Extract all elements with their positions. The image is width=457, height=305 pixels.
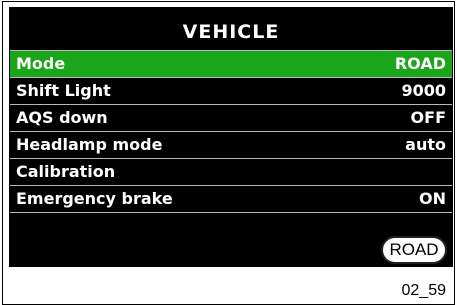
vehicle-display-screen: VEHICLE Mode ROAD Shift Light 9000 AQS d…: [9, 7, 453, 267]
screen-title: VEHICLE: [182, 21, 280, 43]
vehicle-menu-list: Mode ROAD Shift Light 9000 AQS down OFF …: [10, 50, 452, 213]
menu-item-label: Mode: [16, 54, 66, 73]
drive-mode-badge: ROAD: [381, 236, 447, 264]
menu-item-label: Headlamp mode: [16, 135, 163, 154]
menu-item-value: OFF: [410, 108, 446, 127]
menu-item-label: Emergency brake: [16, 189, 173, 208]
menu-item-shift-light[interactable]: Shift Light 9000: [10, 78, 452, 105]
menu-item-label: Shift Light: [16, 81, 111, 100]
figure-id-label: 02_59: [401, 282, 447, 299]
figure-frame: VEHICLE Mode ROAD Shift Light 9000 AQS d…: [2, 1, 455, 305]
menu-item-value: auto: [405, 135, 446, 154]
menu-item-value: ON: [419, 189, 446, 208]
menu-item-mode[interactable]: Mode ROAD: [10, 50, 452, 78]
menu-item-value: 9000: [401, 81, 446, 100]
menu-item-aqs-down[interactable]: AQS down OFF: [10, 105, 452, 132]
menu-item-emergency-brake[interactable]: Emergency brake ON: [10, 186, 452, 213]
menu-item-label: Calibration: [16, 162, 116, 181]
menu-item-headlamp-mode[interactable]: Headlamp mode auto: [10, 132, 452, 159]
menu-item-calibration[interactable]: Calibration: [10, 159, 452, 186]
menu-item-value: ROAD: [394, 54, 446, 73]
menu-item-label: AQS down: [16, 108, 108, 127]
